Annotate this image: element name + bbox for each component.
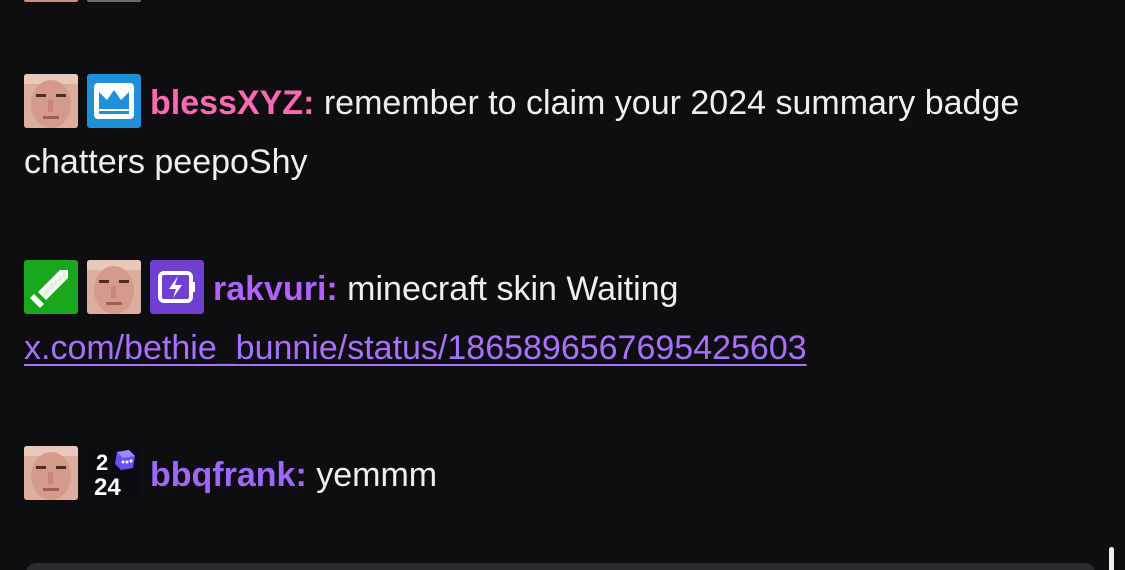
chat-input-edge[interactable] [26,563,1095,570]
username[interactable]: rakvuri [213,270,326,308]
badge-fragment [87,0,141,2]
sword-icon[interactable] [24,260,78,315]
badge-2024-top-text: 2 [96,450,108,475]
chat-panel: blessXYZ: remember to claim your 2024 su… [0,0,1125,570]
username-separator: : [326,270,338,308]
username-separator: : [295,456,307,494]
previous-message-fragment [24,0,141,2]
avatar-badge-fragment [24,0,78,2]
badge-2024-bottom-text: 24 [94,474,121,500]
message-text: minecraft skin Waiting [337,270,679,308]
chat-message: rakvuri: minecraft skin Waiting x.com/be… [24,260,1024,378]
2024-badge-icon[interactable]: 2 24 [87,446,141,501]
message-link[interactable]: x.com/bethie_bunnie/status/1865896567695… [24,329,807,367]
message-text: yemmm [306,456,438,494]
username[interactable]: bbqfrank [150,456,295,494]
avatar-badge[interactable] [87,260,141,315]
bolt-icon[interactable] [150,260,204,315]
chat-message: blessXYZ: remember to claim your 2024 su… [24,74,1024,192]
username[interactable]: blessXYZ [150,84,303,122]
scrollbar[interactable] [1109,547,1114,570]
avatar-badge[interactable] [24,446,78,501]
chat-message: 2 24 bbqfrank: yemmm [24,446,1024,505]
crown-icon[interactable] [87,74,141,129]
username-separator: : [303,84,315,122]
avatar-badge[interactable] [24,74,78,129]
